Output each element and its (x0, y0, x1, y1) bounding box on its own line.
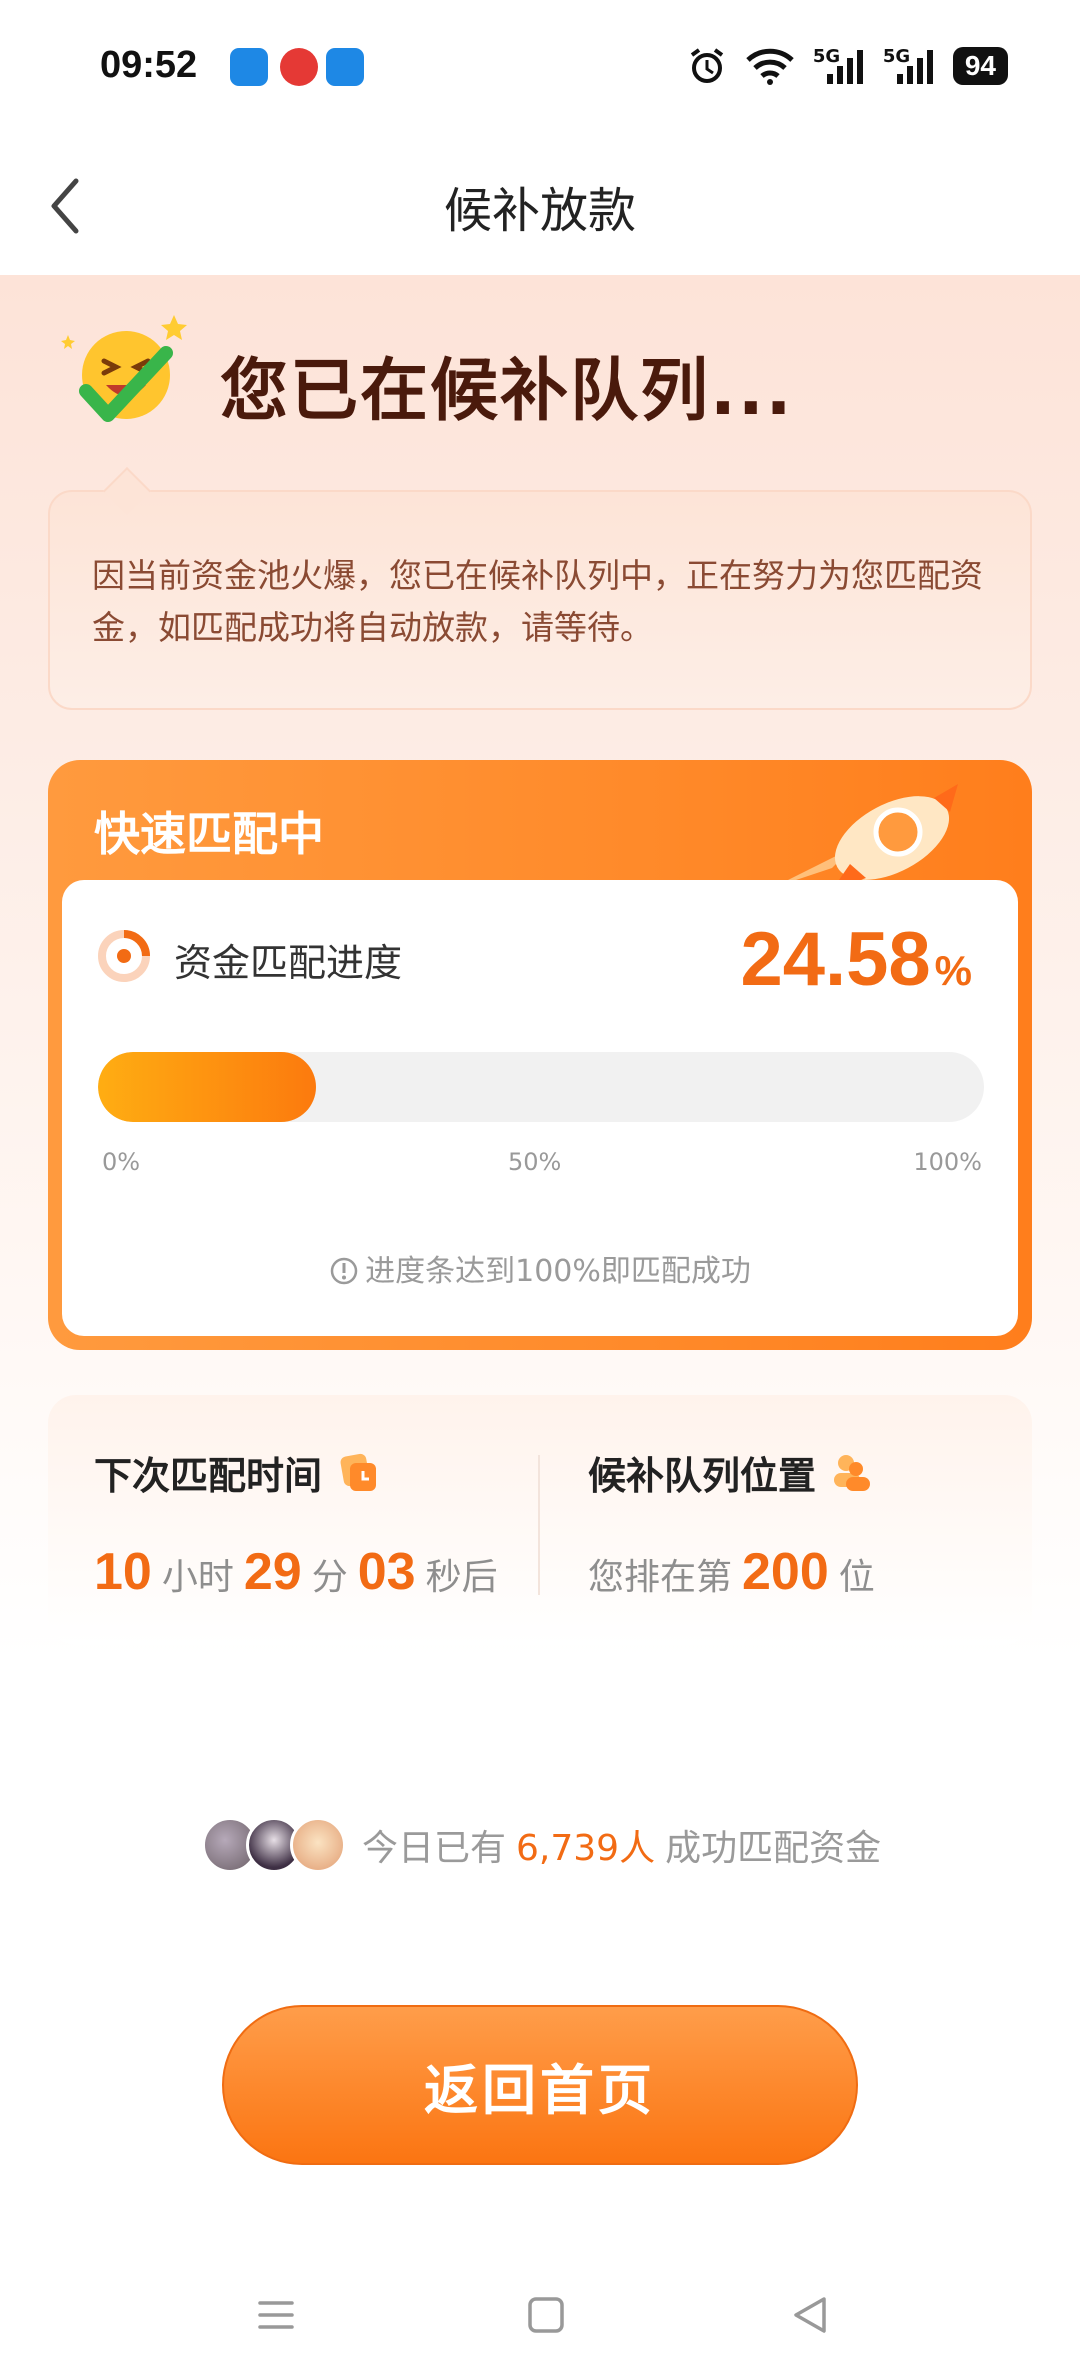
countdown-minutes: 29 (243, 1543, 302, 1601)
avatar (290, 1817, 346, 1873)
progress-tick-50: 50% (508, 1148, 562, 1176)
people-icon (834, 1454, 871, 1491)
queue-position-number: 200 (742, 1543, 829, 1601)
social-proof: 今日已有 6,739人 成功匹配资金 (202, 1815, 881, 1875)
progress-label: 资金匹配进度 (174, 941, 403, 985)
cellular-signal-icon: 5G (813, 46, 865, 86)
alarm-icon (687, 46, 727, 86)
progress-track (98, 1052, 984, 1122)
status-time: 09:52 (100, 44, 198, 86)
queue-suffix: 位 (838, 1557, 875, 1598)
queue-position-heading: 候补队列位置 (588, 1454, 817, 1498)
laughing-emoji-check-icon (56, 305, 196, 435)
back-triangle-icon[interactable] (780, 2285, 840, 2345)
nav-header: 候补放款 (0, 135, 1080, 275)
notification-app-icon (230, 48, 268, 86)
progress-percent: 24.58% (740, 916, 972, 1003)
home-square-icon[interactable] (516, 2285, 576, 2345)
system-nav-bar (0, 2255, 1080, 2374)
progress-unit: % (934, 947, 972, 994)
cellular-signal-icon: 5G (883, 46, 935, 86)
page-title: 候补放款 (443, 183, 636, 239)
queue-info-card: 下次匹配时间 10 小时 29 分 03 秒后 候补队列位置 您排在第 200 … (48, 1395, 1032, 1645)
wifi-icon (745, 46, 795, 86)
notification-app-icon (326, 48, 364, 86)
match-progress-card: 快速匹配中 资金匹配进度 24.58% 0% 50% 100% 进度条达到100… (48, 760, 1032, 1350)
social-prefix: 今日已有 (362, 1828, 507, 1869)
progress-fill (98, 1052, 316, 1122)
menu-icon[interactable] (246, 2285, 306, 2345)
return-home-button[interactable]: 返回首页 (222, 2005, 858, 2165)
match-progress-panel: 资金匹配进度 24.58% 0% 50% 100% 进度条达到100%即匹配成功 (62, 880, 1018, 1336)
queue-position-section: 候补队列位置 您排在第 200 位 (588, 1445, 885, 1602)
match-card-title: 快速匹配中 (94, 807, 324, 861)
info-circle-icon (329, 1256, 359, 1286)
main-content: 您已在候补队列... 因当前资金池火爆，您已在候补队列中，正在努力为您匹配资金，… (0, 275, 1080, 2255)
battery-indicator: 94 (952, 47, 1008, 85)
progress-hint: 进度条达到100%即匹配成功 (62, 1246, 1018, 1290)
next-match-heading: 下次匹配时间 (94, 1454, 323, 1498)
notice-bubble: 因当前资金池火爆，您已在候补队列中，正在努力为您匹配资金，如匹配成功将自动放款，… (48, 490, 1032, 710)
minutes-unit: 分 (311, 1557, 348, 1598)
progress-ring-icon (96, 928, 152, 984)
social-count: 6,739人 (516, 1828, 656, 1869)
avatar-stack (202, 1815, 352, 1875)
next-match-section: 下次匹配时间 10 小时 29 分 03 秒后 (94, 1445, 508, 1602)
status-bar: 09:52 5G 5G 94 (0, 0, 1080, 135)
progress-tick-100: 100% (913, 1148, 982, 1176)
clock-card-icon (340, 1453, 377, 1491)
progress-number: 24.58 (740, 917, 931, 1002)
info-divider (538, 1455, 540, 1595)
countdown-seconds: 03 (357, 1543, 416, 1601)
notification-app-icon (280, 48, 318, 86)
progress-hint-text: 进度条达到100%即匹配成功 (365, 1254, 751, 1289)
queue-status-title: 您已在候补队列... (220, 352, 794, 431)
queue-prefix: 您排在第 (588, 1557, 733, 1598)
seconds-unit: 秒后 (425, 1557, 498, 1598)
notice-text: 因当前资金池火爆，您已在候补队列中，正在努力为您匹配资金，如匹配成功将自动放款，… (92, 556, 983, 647)
countdown-hours: 10 (94, 1543, 152, 1601)
hours-unit: 小时 (161, 1557, 234, 1598)
social-suffix: 成功匹配资金 (665, 1828, 882, 1869)
progress-tick-0: 0% (102, 1148, 141, 1176)
